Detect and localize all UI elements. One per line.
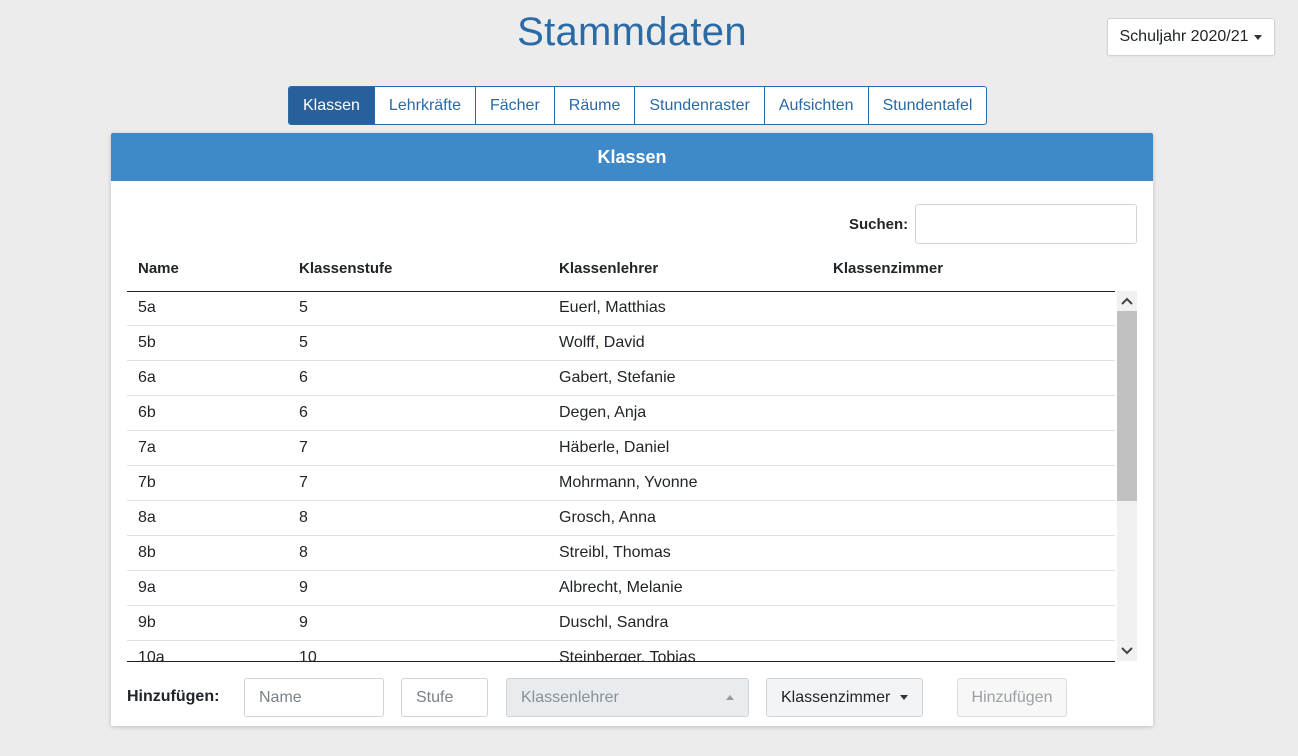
caret-down-icon	[1254, 34, 1263, 40]
stufe-input[interactable]: Stufe	[401, 678, 488, 717]
table-row[interactable]: 5a 5 Euerl, Matthias	[127, 291, 1115, 326]
table-row[interactable]: 7a 7 Häberle, Daniel	[127, 431, 1115, 466]
cell-name: 10a	[138, 649, 165, 662]
caret-up-icon	[726, 695, 734, 700]
cell-klassenlehrer: Degen, Anja	[559, 404, 647, 421]
table-row[interactable]: 10a 10 Steinberger, Tobias	[127, 641, 1115, 662]
table-row[interactable]: 9a 9 Albrecht, Melanie	[127, 571, 1115, 606]
tab-stundentafel[interactable]: Stundentafel	[867, 87, 987, 124]
tab-stundenraster[interactable]: Stundenraster	[634, 87, 764, 124]
search-input[interactable]	[915, 204, 1137, 244]
cell-name: 8b	[138, 544, 156, 561]
school-year-dropdown[interactable]: Schuljahr 2020/21	[1107, 18, 1275, 56]
column-header-klassenstufe[interactable]: Klassenstufe	[299, 260, 392, 277]
table-row[interactable]: 8a 8 Grosch, Anna	[127, 501, 1115, 536]
school-year-label: Schuljahr 2020/21	[1119, 28, 1249, 45]
cell-klassenlehrer: Duschl, Sandra	[559, 614, 669, 631]
cell-klassenlehrer: Gabert, Stefanie	[559, 369, 676, 386]
page-title: Stammdaten	[517, 10, 747, 54]
teacher-select-label: Klassenlehrer	[521, 689, 619, 706]
caret-down-icon	[900, 695, 908, 700]
tab-klassen[interactable]: Klassen	[289, 87, 374, 124]
add-label: Hinzufügen:	[127, 688, 220, 705]
tab-aufsichten[interactable]: Aufsichten	[763, 87, 868, 124]
cell-klassenstufe: 7	[299, 474, 308, 491]
tab-faecher[interactable]: Fächer	[474, 87, 554, 124]
room-dropdown-label: Klassenzimmer	[781, 688, 891, 706]
tab-lehrkraefte[interactable]: Lehrkräfte	[373, 87, 475, 124]
cell-klassenlehrer: Wolff, David	[559, 334, 645, 351]
name-input[interactable]: Name	[244, 678, 384, 717]
table-row[interactable]: 9b 9 Duschl, Sandra	[127, 606, 1115, 641]
cell-klassenlehrer: Häberle, Daniel	[559, 439, 670, 456]
cell-klassenlehrer: Albrecht, Melanie	[559, 579, 683, 596]
cell-klassenlehrer: Mohrmann, Yvonne	[559, 474, 698, 491]
table-row[interactable]: 6a 6 Gabert, Stefanie	[127, 361, 1115, 396]
scroll-up-icon[interactable]	[1117, 291, 1137, 311]
table-row[interactable]: 8b 8 Streibl, Thomas	[127, 536, 1115, 571]
tab-raeume[interactable]: Räume	[553, 87, 635, 124]
cell-klassenstufe: 6	[299, 404, 308, 421]
teacher-select[interactable]: Klassenlehrer	[506, 678, 749, 717]
tab-bar: Klassen Lehrkräfte Fächer Räume Stundenr…	[288, 86, 988, 125]
room-dropdown[interactable]: Klassenzimmer	[766, 678, 923, 717]
cell-klassenstufe: 6	[299, 369, 308, 386]
table-row[interactable]: 7b 7 Mohrmann, Yvonne	[127, 466, 1115, 501]
table-header: Name Klassenstufe Klassenlehrer Klassenz…	[127, 247, 1115, 292]
cell-klassenstufe: 5	[299, 334, 308, 351]
cell-klassenstufe: 5	[299, 299, 308, 316]
column-header-klassenlehrer[interactable]: Klassenlehrer	[559, 260, 658, 277]
cell-klassenlehrer: Euerl, Matthias	[559, 299, 666, 316]
cell-klassenstufe: 9	[299, 614, 308, 631]
cell-name: 7a	[138, 439, 156, 456]
cell-name: 5b	[138, 334, 156, 351]
table-row[interactable]: 6b 6 Degen, Anja	[127, 396, 1115, 431]
cell-name: 7b	[138, 474, 156, 491]
classes-card: Klassen Suchen: Name Klassenstufe Klasse…	[111, 133, 1153, 726]
cell-klassenstufe: 8	[299, 544, 308, 561]
cell-name: 8a	[138, 509, 156, 526]
cell-klassenlehrer: Grosch, Anna	[559, 509, 656, 526]
column-header-klassenzimmer[interactable]: Klassenzimmer	[833, 260, 943, 277]
table-scrollbar[interactable]	[1117, 291, 1137, 661]
column-header-name[interactable]: Name	[138, 260, 179, 277]
table-body: 5a 5 Euerl, Matthias 5b 5 Wolff, David 6a 6 Gabe…	[127, 291, 1115, 662]
cell-name: 6b	[138, 404, 156, 421]
cell-klassenlehrer: Streibl, Thomas	[559, 544, 671, 561]
scrollbar-thumb[interactable]	[1117, 311, 1137, 501]
scroll-down-icon[interactable]	[1117, 641, 1137, 661]
search-label: Suchen:	[849, 216, 909, 233]
table-row[interactable]: 5b 5 Wolff, David	[127, 326, 1115, 361]
cell-klassenstufe: 7	[299, 439, 308, 456]
cell-name: 9a	[138, 579, 156, 596]
cell-klassenstufe: 8	[299, 509, 308, 526]
cell-klassenlehrer: Steinberger, Tobias	[559, 649, 696, 662]
cell-name: 9b	[138, 614, 156, 631]
add-button[interactable]: Hinzufügen	[957, 678, 1067, 717]
cell-name: 5a	[138, 299, 156, 316]
cell-klassenstufe: 9	[299, 579, 308, 596]
card-title: Klassen	[111, 133, 1153, 181]
cell-klassenstufe: 10	[299, 649, 317, 662]
cell-name: 6a	[138, 369, 156, 386]
